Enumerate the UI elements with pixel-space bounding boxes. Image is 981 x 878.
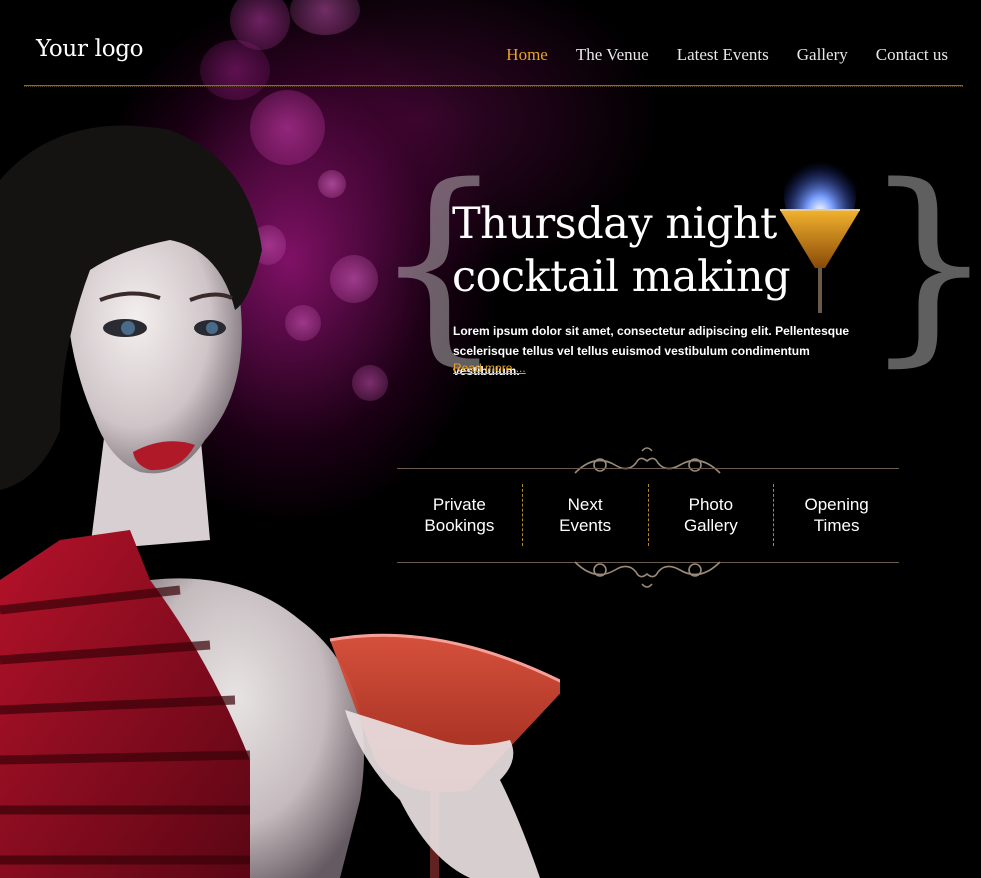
top-flourish-ornament (574, 447, 721, 474)
right-brace-ornament: } (862, 158, 981, 368)
quick-link-label: Next (567, 495, 603, 514)
quick-link-label: Private (432, 495, 486, 514)
quick-link-next-events[interactable]: Next Events (523, 484, 649, 546)
nav-home[interactable]: Home (506, 45, 548, 65)
hero-title-line-1: Thursday night (452, 199, 777, 249)
quick-link-label: Events (559, 516, 612, 535)
quick-link-photo-gallery[interactable]: Photo Gallery (649, 484, 775, 546)
hero-title-line-2: cocktail making (452, 252, 791, 302)
quick-link-label: Times (813, 516, 860, 535)
header-divider (24, 85, 963, 87)
nav-latest-events[interactable]: Latest Events (677, 45, 769, 65)
quick-link-private-bookings[interactable]: Private Bookings (397, 484, 523, 546)
site-logo[interactable]: Your logo (36, 36, 144, 62)
bottom-flourish-ornament (574, 561, 721, 588)
nav-the-venue[interactable]: The Venue (576, 45, 649, 65)
main-nav: Home The Venue Latest Events Gallery Con… (506, 45, 948, 65)
nav-contact-us[interactable]: Contact us (876, 45, 948, 65)
quick-link-label: Gallery (683, 516, 738, 535)
hero-title: Thursday night cocktail making (452, 198, 812, 304)
read-more-link[interactable]: Read more ... (453, 361, 526, 375)
quick-link-opening-times[interactable]: Opening Times (774, 484, 899, 546)
quick-links-top-rule (397, 468, 899, 469)
quick-link-label: Opening (804, 495, 869, 514)
quick-links-bar: Private Bookings Next Events Photo Gallery … (397, 484, 899, 546)
quick-link-label: Photo (688, 495, 734, 514)
quick-link-label: Bookings (424, 516, 495, 535)
nav-gallery[interactable]: Gallery (797, 45, 848, 65)
